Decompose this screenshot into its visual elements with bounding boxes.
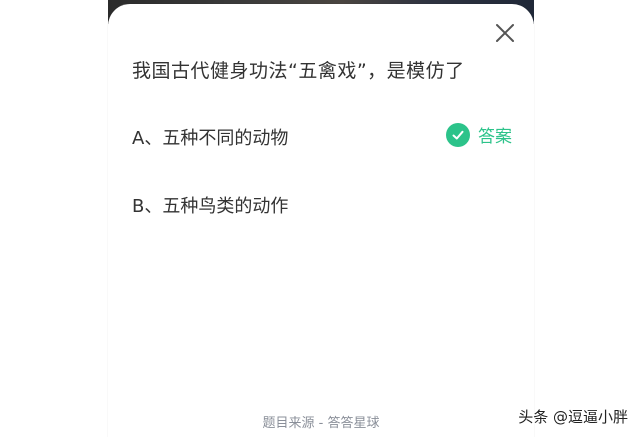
- source-footer: 题目来源 - 答答星球: [262, 416, 380, 431]
- screen: 我国古代健身功法“五禽戏”，是模仿了 A、五种不同的动物 答案 B、五种鸟类的动…: [0, 0, 640, 437]
- option-b[interactable]: B、五种鸟类的动作: [132, 185, 512, 225]
- question-modal: 我国古代健身功法“五禽戏”，是模仿了 A、五种不同的动物 答案 B、五种鸟类的动…: [108, 4, 534, 437]
- option-b-label: B、五种鸟类的动作: [132, 196, 289, 217]
- option-a-label: A、五种不同的动物: [132, 128, 289, 149]
- answer-badge: 答案: [446, 122, 512, 147]
- close-button[interactable]: [494, 22, 516, 44]
- close-icon: [496, 24, 514, 42]
- watermark: 头条 @逗逼小胖: [518, 408, 628, 426]
- check-circle-icon: [446, 122, 470, 147]
- question-text: 我国古代健身功法“五禽戏”，是模仿了: [132, 60, 465, 82]
- answer-label: 答案: [478, 127, 512, 147]
